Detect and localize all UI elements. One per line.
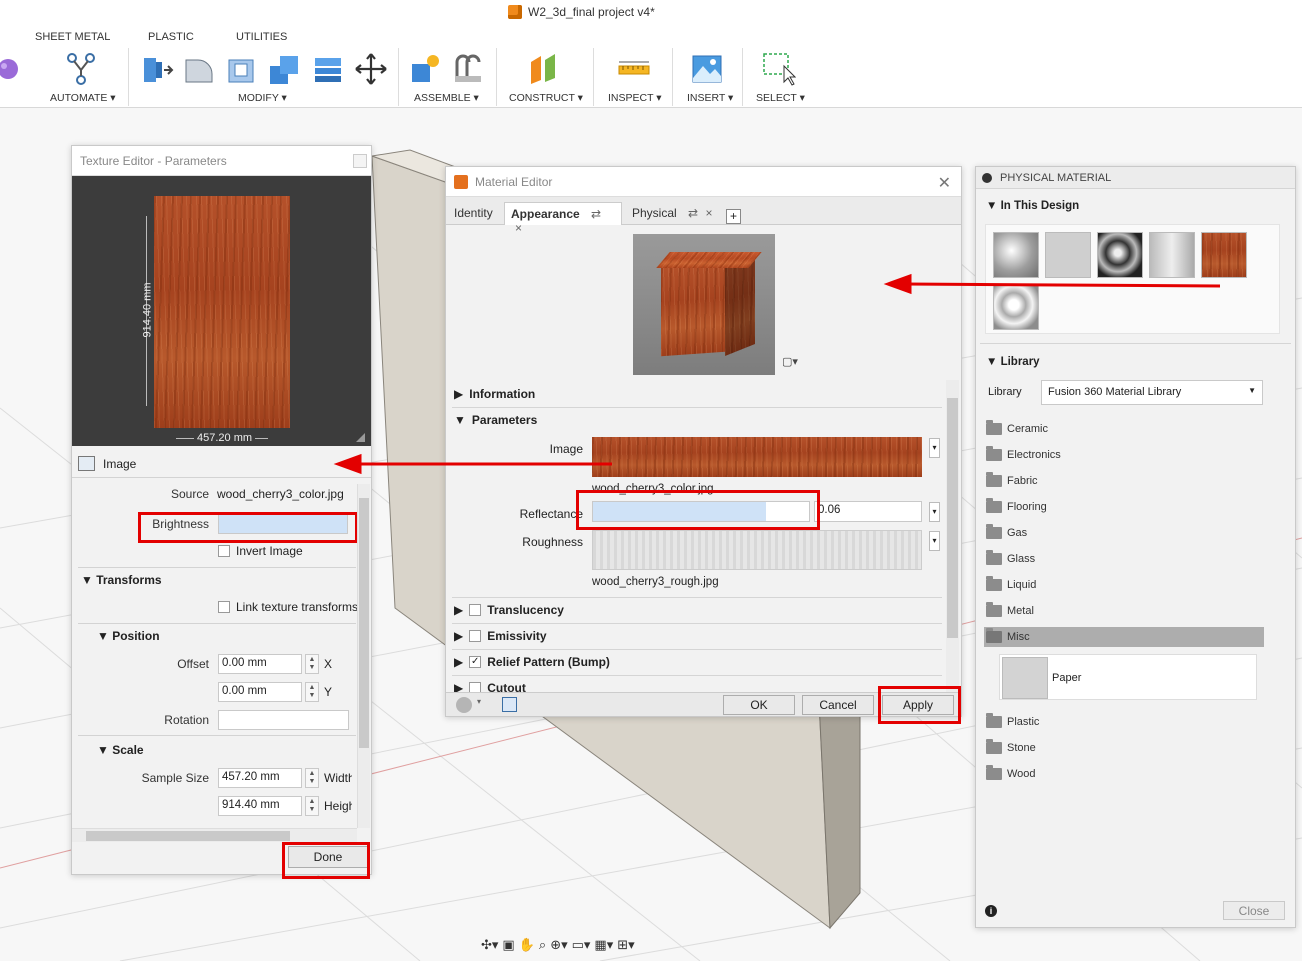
navigation-toolbar: ✣▾ ▣ ✋ ⌕ ⊕▾ ▭▾ ▦▾ ⊞▾ xyxy=(481,934,721,956)
look-at-icon[interactable]: ▣ xyxy=(502,937,514,953)
arrow-to-image xyxy=(333,453,612,475)
orbit-icon[interactable]: ✣▾ xyxy=(481,937,498,953)
viewports-icon[interactable]: ⊞▾ xyxy=(617,937,634,953)
display-settings-icon[interactable]: ▭▾ xyxy=(572,937,591,953)
grid-settings-icon[interactable]: ▦▾ xyxy=(594,937,613,953)
arrow-to-appearance xyxy=(883,273,1221,295)
zoom-icon[interactable]: ⌕ xyxy=(539,937,546,953)
fit-icon[interactable]: ⊕▾ xyxy=(550,937,567,953)
annotation-arrows xyxy=(333,273,1221,475)
pan-icon[interactable]: ✋ xyxy=(519,937,535,953)
